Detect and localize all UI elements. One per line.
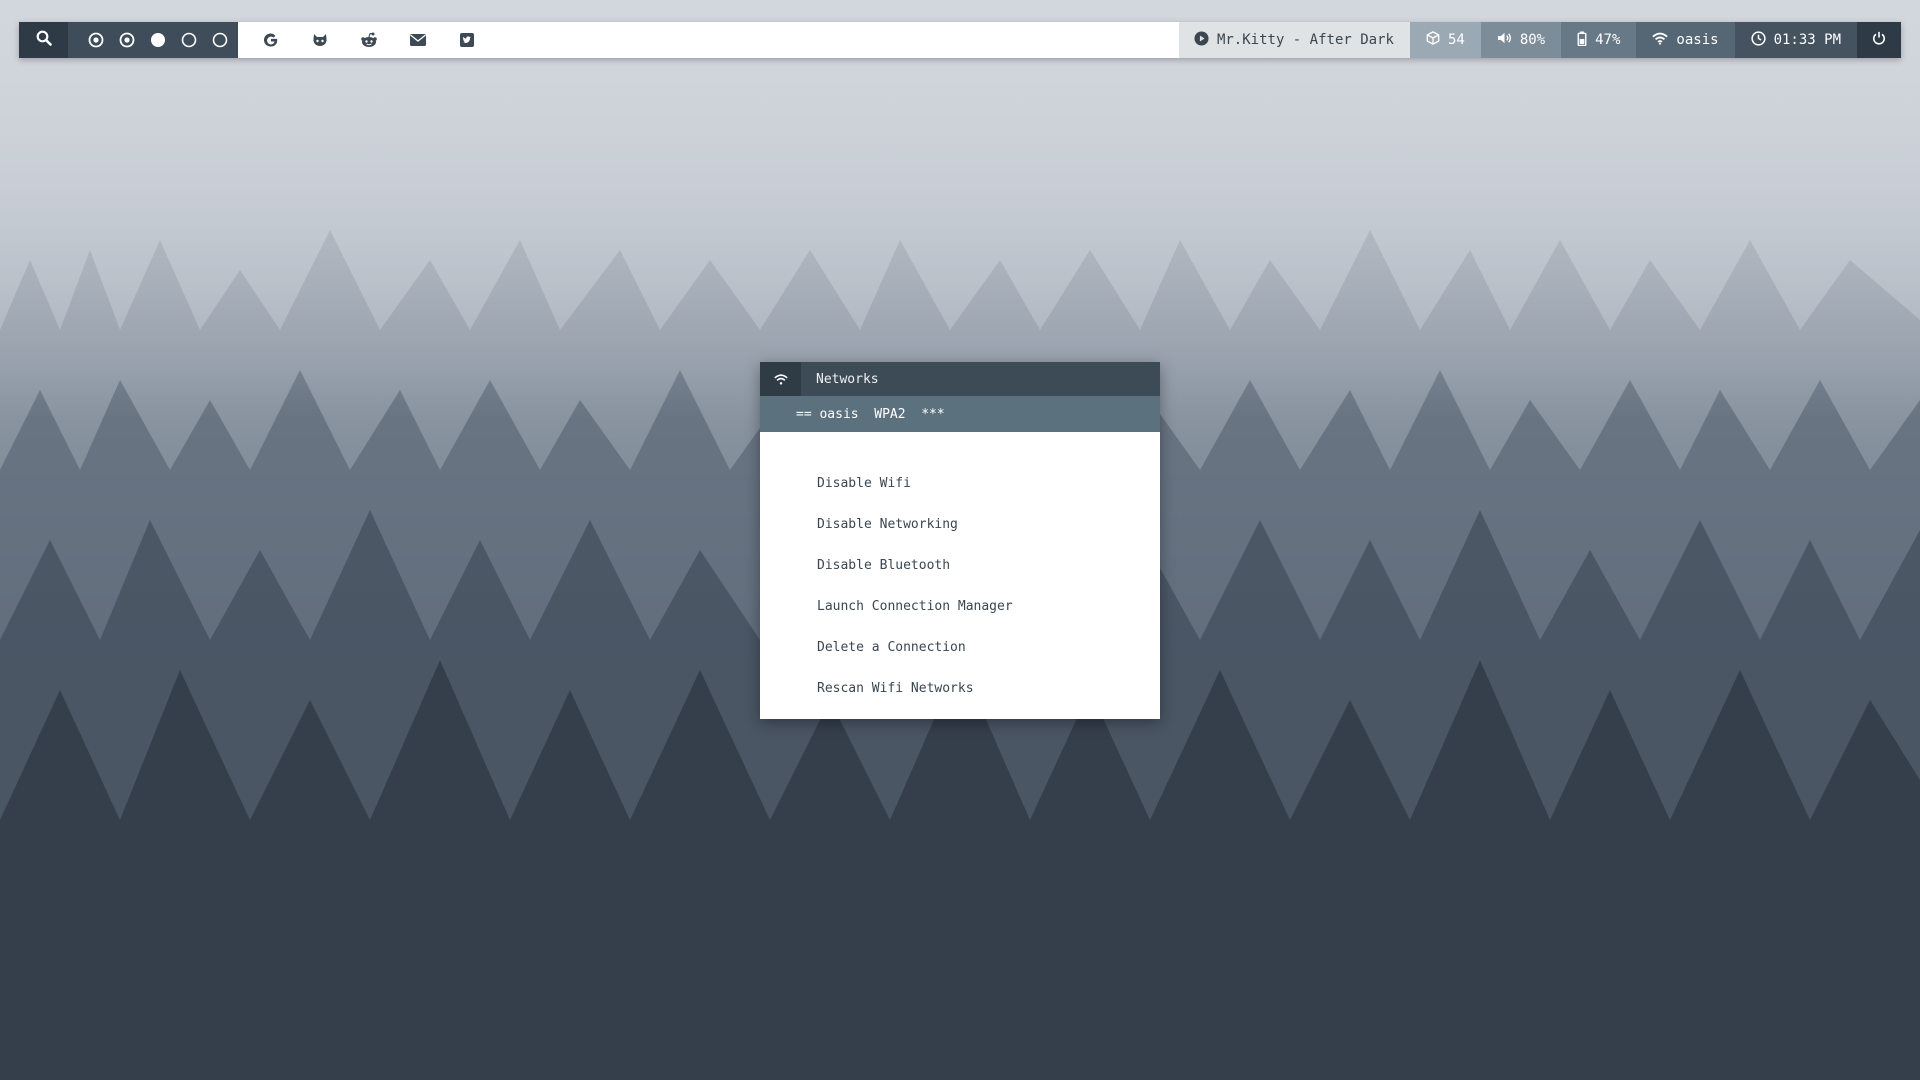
search-icon bbox=[36, 30, 52, 50]
battery-module[interactable]: 47% bbox=[1561, 22, 1637, 58]
wifi-icon bbox=[1652, 32, 1669, 49]
volume-level: 80% bbox=[1519, 32, 1546, 48]
menu-item-disable-bluetooth[interactable]: Disable Bluetooth bbox=[760, 558, 1160, 599]
workspace-4-button[interactable] bbox=[173, 22, 204, 58]
workspace-3-button[interactable] bbox=[142, 22, 173, 58]
network-menu-list: Disable Wifi Disable Networking Disable … bbox=[760, 432, 1160, 722]
network-menu-title: Networks bbox=[816, 371, 879, 387]
search-button[interactable] bbox=[19, 22, 68, 58]
workspace-1-button[interactable] bbox=[80, 22, 111, 58]
clock-icon bbox=[1750, 30, 1766, 50]
music-module[interactable]: Mr.Kitty - After Dark bbox=[1178, 22, 1410, 58]
reddit-icon[interactable] bbox=[344, 22, 393, 58]
twitter-icon[interactable] bbox=[442, 22, 491, 58]
wifi-icon bbox=[760, 362, 801, 396]
workspace-2-button[interactable] bbox=[111, 22, 142, 58]
packages-module[interactable]: 54 bbox=[1409, 22, 1481, 58]
google-icon[interactable] bbox=[246, 22, 295, 58]
play-icon bbox=[1194, 30, 1209, 50]
menu-item-delete-connection[interactable]: Delete a Connection bbox=[760, 640, 1160, 681]
workspace-5-button[interactable] bbox=[204, 22, 235, 58]
network-menu-header: Networks bbox=[760, 362, 1160, 396]
clock-module[interactable]: 01:33 PM bbox=[1734, 22, 1857, 58]
workspace-switcher bbox=[68, 22, 238, 58]
app-launchers bbox=[238, 22, 1179, 58]
wifi-ssid: oasis bbox=[1676, 32, 1719, 48]
music-track: Mr.Kitty - After Dark bbox=[1216, 32, 1394, 48]
volume-module[interactable]: 80% bbox=[1480, 22, 1562, 58]
wifi-module[interactable]: oasis bbox=[1636, 22, 1735, 58]
battery-level: 47% bbox=[1595, 32, 1621, 48]
package-icon bbox=[1426, 31, 1440, 49]
clock-time: 01:33 PM bbox=[1773, 32, 1841, 48]
menu-item-disable-wifi[interactable]: Disable Wifi bbox=[760, 476, 1160, 517]
menu-item-disable-networking[interactable]: Disable Networking bbox=[760, 517, 1160, 558]
power-button[interactable] bbox=[1857, 22, 1901, 58]
battery-icon bbox=[1577, 30, 1587, 50]
mail-icon[interactable] bbox=[393, 22, 442, 58]
power-icon bbox=[1872, 31, 1886, 49]
menu-item-connection-manager[interactable]: Launch Connection Manager bbox=[760, 599, 1160, 640]
network-entry-selected[interactable]: == oasis WPA2 *** bbox=[760, 396, 1160, 432]
top-bar: Mr.Kitty - After Dark 54 80% 47% oasis 0… bbox=[19, 22, 1901, 58]
packages-count: 54 bbox=[1447, 32, 1465, 48]
network-menu: Networks == oasis WPA2 *** Disable Wifi … bbox=[760, 362, 1160, 719]
volume-icon bbox=[1497, 31, 1512, 49]
github-icon[interactable] bbox=[295, 22, 344, 58]
menu-item-rescan-wifi[interactable]: Rescan Wifi Networks bbox=[760, 681, 1160, 722]
